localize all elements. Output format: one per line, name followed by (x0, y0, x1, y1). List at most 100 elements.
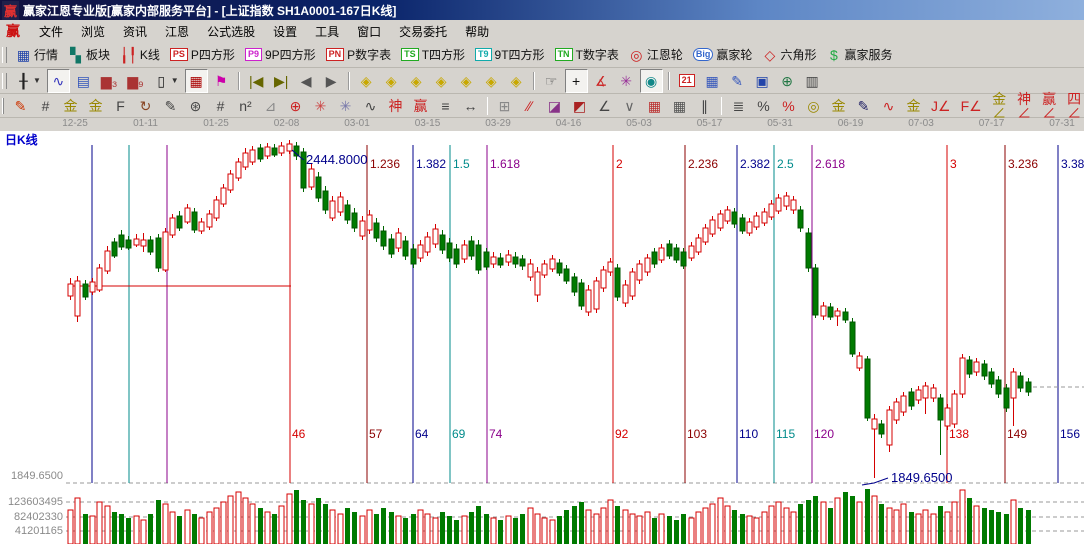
angle-fan-button[interactable]: ∠ (593, 94, 616, 118)
gann-wheel-button[interactable]: ◎江恩轮 (625, 43, 687, 67)
diamond-nav-5-button[interactable]: ◈ (455, 69, 478, 93)
grid-red-button[interactable]: ▦ (643, 94, 666, 118)
title-bar[interactable]: 赢 赢家江恩专业版[赢家内部服务平台] - [上证指数 SH1A0001-167… (0, 0, 1084, 20)
diamond-nav-4-button[interactable]: ◈ (430, 69, 453, 93)
gann-web-gray-button[interactable]: ✳ (334, 94, 357, 118)
fan-box-red-button[interactable]: ◩ (568, 94, 591, 118)
quotes-button[interactable]: ▦行情 (12, 43, 62, 67)
menu-item-8[interactable]: 交易委托 (390, 21, 456, 42)
yingjia-angle-button[interactable]: 赢∠ (1038, 94, 1061, 118)
price-scale-tool-button[interactable]: ≣ (727, 94, 750, 118)
gold-angle-2-button[interactable]: 金∠ (988, 94, 1011, 118)
diamond-nav-7-button[interactable]: ◈ (505, 69, 528, 93)
menu-item-7[interactable]: 窗口 (348, 21, 390, 42)
gann-comb-2-button[interactable]: # (209, 94, 232, 118)
gold-lines-1-button[interactable]: 金 (827, 94, 850, 118)
info-panel-button[interactable]: ▤ (72, 69, 95, 93)
p-table-button[interactable]: PNP数字表 (322, 43, 396, 67)
draw-pen-button[interactable]: ✎ (9, 94, 32, 118)
si-angle-button[interactable]: 四∠ (1063, 94, 1084, 118)
menu-item-1[interactable]: 浏览 (72, 21, 114, 42)
v-lines-button[interactable]: ∨ (618, 94, 641, 118)
spiral-tool-button[interactable]: ↻ (134, 94, 157, 118)
grid-box-button[interactable]: ▦ (668, 94, 691, 118)
purple-web-button[interactable]: ✳ (615, 69, 638, 93)
fan-box-purple-button[interactable]: ◪ (543, 94, 566, 118)
menu-item-2[interactable]: 资讯 (114, 21, 156, 42)
menu-item-9[interactable]: 帮助 (456, 21, 498, 42)
price-ruler-button[interactable]: ≡ (434, 94, 457, 118)
p-square-button[interactable]: PSP四方形 (166, 43, 239, 67)
ray-fan-button[interactable]: ∕∕ (518, 94, 541, 118)
notes-button[interactable]: ✎ (726, 69, 749, 93)
winner-wheel-button[interactable]: Big赢家轮 (689, 43, 757, 67)
menu-item-6[interactable]: 工具 (306, 21, 348, 42)
nav-next-button[interactable]: ▶ (320, 69, 343, 93)
winner-service-button[interactable]: $赢家服务 (822, 43, 896, 67)
yingjia-square-button[interactable]: 赢 (409, 94, 432, 118)
ink-tool-button[interactable]: ✎ (852, 94, 875, 118)
diamond-nav-3-button[interactable]: ◈ (405, 69, 428, 93)
calendar-button[interactable]: 21 (675, 69, 699, 93)
gold-square-2-button[interactable]: 金 (84, 94, 107, 118)
pattern-overlay-button[interactable]: ∿ (47, 69, 70, 93)
menu-item-0[interactable]: 文件 (30, 21, 72, 42)
wave-lines-button[interactable]: ∿ (877, 94, 900, 118)
menu-item-4[interactable]: 公式选股 (198, 21, 264, 42)
gold-square-1-button[interactable]: 金 (59, 94, 82, 118)
menu-item-5[interactable]: 设置 (264, 21, 306, 42)
remote-pc-button[interactable]: ▥ (801, 69, 824, 93)
f-square-button[interactable]: F (109, 94, 132, 118)
nav-first-button[interactable]: |◀ (245, 69, 268, 93)
chart-canvas[interactable]: 日K线461.236571.382641.5691.618742922.2361… (0, 131, 1084, 544)
toolbar-grip[interactable] (2, 98, 4, 114)
gann-comb-1-button[interactable]: # (34, 94, 57, 118)
box-frame-button[interactable]: ⊞ (493, 94, 516, 118)
set-square-button[interactable]: ⊿ (259, 94, 282, 118)
mini-chart-3-button[interactable]: ▆₃ (97, 69, 121, 93)
f-angle-button[interactable]: F∠ (957, 94, 986, 118)
diamond-nav-6-button[interactable]: ◈ (480, 69, 503, 93)
hand-tool-button[interactable]: ☞ (540, 69, 563, 93)
thin-candle-dropdown[interactable]: ▯▼ (150, 69, 183, 93)
toolbar-grip[interactable] (2, 73, 7, 89)
network-button[interactable]: ⊕ (776, 69, 799, 93)
shen-square-button[interactable]: 神 (384, 94, 407, 118)
p9-square-button[interactable]: P99P四方形 (241, 43, 320, 67)
gann-compass-button[interactable]: ⊕ (284, 94, 307, 118)
gann-web-red-button[interactable]: ✳ (309, 94, 332, 118)
nav-prev-button[interactable]: ◀ (295, 69, 318, 93)
kline-button[interactable]: ╽╿K线 (116, 43, 164, 67)
hexagon-button[interactable]: ◇六角形 (758, 43, 820, 67)
marker-pen-button[interactable]: ✎ (159, 94, 182, 118)
wave-count-button[interactable]: ∿ (359, 94, 382, 118)
n-square-button[interactable]: n² (234, 94, 257, 118)
parallel-channel-button[interactable]: ∥ (693, 94, 716, 118)
crosshair-tool-button[interactable]: + (565, 69, 588, 93)
percent-tool-button[interactable]: % (752, 94, 775, 118)
angle-measure-button[interactable]: ∡ (590, 69, 613, 93)
gold-circle-button[interactable]: ◎ (802, 94, 825, 118)
cycle-finder-button[interactable]: ◉ (640, 69, 663, 93)
kline-style-dropdown[interactable]: ╂▼ (12, 69, 45, 93)
mini-chart-9-button[interactable]: ▆₉ (123, 69, 147, 93)
diamond-nav-1-button[interactable]: ◈ (355, 69, 378, 93)
percent-lines-button[interactable]: % (777, 94, 800, 118)
toolbar-grip[interactable] (2, 47, 7, 63)
nav-last-button[interactable]: ▶| (270, 69, 293, 93)
t-square-button[interactable]: TST四方形 (397, 43, 469, 67)
t-table-button[interactable]: TNT数字表 (551, 43, 623, 67)
width-measure-button[interactable]: ↔ (459, 94, 482, 118)
calculator-button[interactable]: ▦ (701, 69, 724, 93)
menu-item-3[interactable]: 江恩 (156, 21, 198, 42)
color-flag-button[interactable]: ⚑ (210, 69, 233, 93)
shen-angle-button[interactable]: 神∠ (1013, 94, 1036, 118)
circle-divisions-button[interactable]: ⊛ (184, 94, 207, 118)
sectors-button[interactable]: ▚板块 (64, 43, 114, 67)
j-angle-button[interactable]: J∠ (927, 94, 955, 118)
app-logo-icon-small[interactable]: 赢 (6, 21, 20, 41)
gold-angle-1-button[interactable]: 金 (902, 94, 925, 118)
diamond-nav-2-button[interactable]: ◈ (380, 69, 403, 93)
save-button[interactable]: ▣ (751, 69, 774, 93)
t9-square-button[interactable]: T99T四方形 (471, 43, 549, 67)
